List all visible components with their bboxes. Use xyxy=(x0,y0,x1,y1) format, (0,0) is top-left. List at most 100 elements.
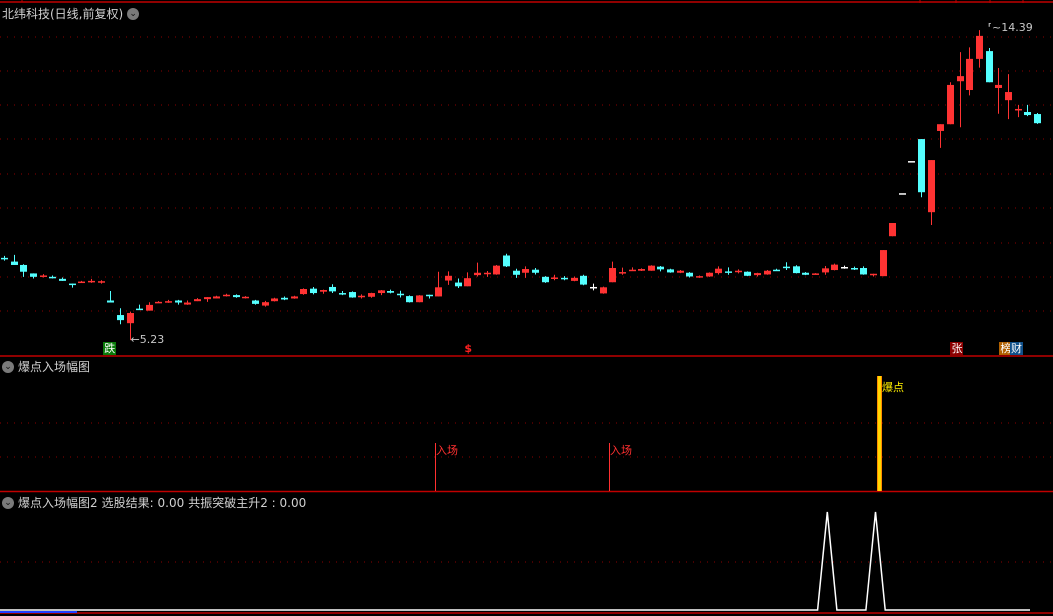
candle xyxy=(378,290,385,296)
burst-label: 爆点 xyxy=(882,381,904,394)
candle xyxy=(40,274,47,278)
candle-body xyxy=(744,271,751,276)
candle-body xyxy=(213,296,220,299)
candle-body xyxy=(957,76,964,82)
candle xyxy=(416,295,423,303)
candle xyxy=(310,286,317,295)
candle-body xyxy=(1005,92,1012,101)
chart-canvas[interactable] xyxy=(0,0,1053,616)
candle xyxy=(204,297,211,302)
marker-zhang[interactable]: 张 xyxy=(950,342,964,355)
candle xyxy=(117,308,124,325)
candle-body xyxy=(146,304,153,311)
candle xyxy=(426,294,433,299)
candle xyxy=(223,293,230,297)
resonance-value: 共振突破主升2 : 0.00 xyxy=(188,496,307,510)
panel2-title[interactable]: ⌄ 爆点入场幅图 xyxy=(2,358,90,375)
candle xyxy=(686,272,693,278)
candle-body xyxy=(49,276,56,279)
candle xyxy=(30,273,37,279)
candle xyxy=(233,294,240,298)
panel3-title[interactable]: ⌄ 爆点入场幅图2 选股结果: 0.00 共振突破主升2 : 0.00 xyxy=(2,494,306,511)
candle xyxy=(484,271,491,277)
candle-body xyxy=(706,272,713,277)
candle-body xyxy=(20,264,27,272)
candle-body xyxy=(918,139,925,193)
candle xyxy=(937,124,944,148)
candle xyxy=(194,298,201,302)
candle xyxy=(406,295,413,303)
candle-body xyxy=(484,272,491,275)
marker-dollar[interactable]: $ xyxy=(463,342,473,355)
candle-body xyxy=(899,193,906,195)
candle-body xyxy=(184,302,191,305)
candle xyxy=(69,283,76,288)
panel2-title-text: 爆点入场幅图 xyxy=(18,360,91,374)
candle xyxy=(754,272,761,277)
candle-body xyxy=(590,286,597,289)
high-price-value: 14.39 xyxy=(1001,21,1033,35)
candle-body xyxy=(445,275,452,281)
candle-body xyxy=(773,269,780,272)
candle-body xyxy=(715,268,722,274)
candle-body xyxy=(600,287,607,294)
candle xyxy=(561,276,568,281)
chevron-down-icon[interactable]: ⌄ xyxy=(127,7,140,20)
candle xyxy=(571,276,578,282)
candle-body xyxy=(310,288,317,294)
candle-body xyxy=(764,270,771,275)
candle xyxy=(880,250,887,277)
candle-body xyxy=(947,84,954,125)
candle-body xyxy=(1015,108,1022,111)
chevron-down-icon[interactable]: ⌄ xyxy=(2,360,14,373)
burst-bar-core xyxy=(878,376,881,491)
result-value: 选股结果: 0.00 xyxy=(101,496,185,510)
stock-title: 北纬科技(日线,前复权) xyxy=(2,7,124,21)
candle xyxy=(146,302,153,311)
indicator-line-panel xyxy=(0,511,1030,611)
candle xyxy=(735,269,742,274)
candle-body xyxy=(435,287,442,297)
candle-body xyxy=(783,266,790,269)
candle xyxy=(918,139,925,198)
candle-body xyxy=(127,313,134,324)
entry-label: 入场 xyxy=(436,444,458,457)
candle-body xyxy=(493,265,500,275)
candle xyxy=(629,267,636,272)
candle-body xyxy=(233,295,240,298)
candle xyxy=(831,263,838,271)
main-panel-title[interactable]: 北纬科技(日线,前复权) ⌄ xyxy=(2,5,140,22)
candle-body xyxy=(976,35,983,59)
candle xyxy=(580,274,587,286)
marker-die[interactable]: 跌 xyxy=(103,342,117,355)
chevron-down-icon[interactable]: ⌄ xyxy=(2,496,14,509)
candle-body xyxy=(561,277,568,280)
marker-cai[interactable]: 财 xyxy=(1010,342,1024,355)
candle-body xyxy=(513,270,520,275)
candle-body xyxy=(11,261,18,265)
candle-body xyxy=(349,292,356,298)
candle xyxy=(165,299,172,303)
candle-body xyxy=(812,273,819,275)
candle xyxy=(590,283,597,291)
candle xyxy=(860,266,867,275)
candle-body xyxy=(378,290,385,294)
candle-body xyxy=(117,315,124,321)
candle-body xyxy=(937,124,944,131)
candle-body xyxy=(638,269,645,271)
candle-body xyxy=(107,300,114,303)
candle xyxy=(503,253,510,267)
candle xyxy=(677,270,684,274)
candle xyxy=(947,82,954,125)
candle-body xyxy=(629,269,636,272)
candle xyxy=(600,286,607,294)
candle-body xyxy=(242,296,249,299)
candle xyxy=(474,262,481,277)
candle-body xyxy=(78,281,85,284)
candle-body xyxy=(908,161,915,163)
candle xyxy=(445,271,452,285)
candle xyxy=(262,300,269,307)
candle-body xyxy=(551,277,558,279)
candle xyxy=(764,270,771,275)
candle-body xyxy=(986,51,993,83)
